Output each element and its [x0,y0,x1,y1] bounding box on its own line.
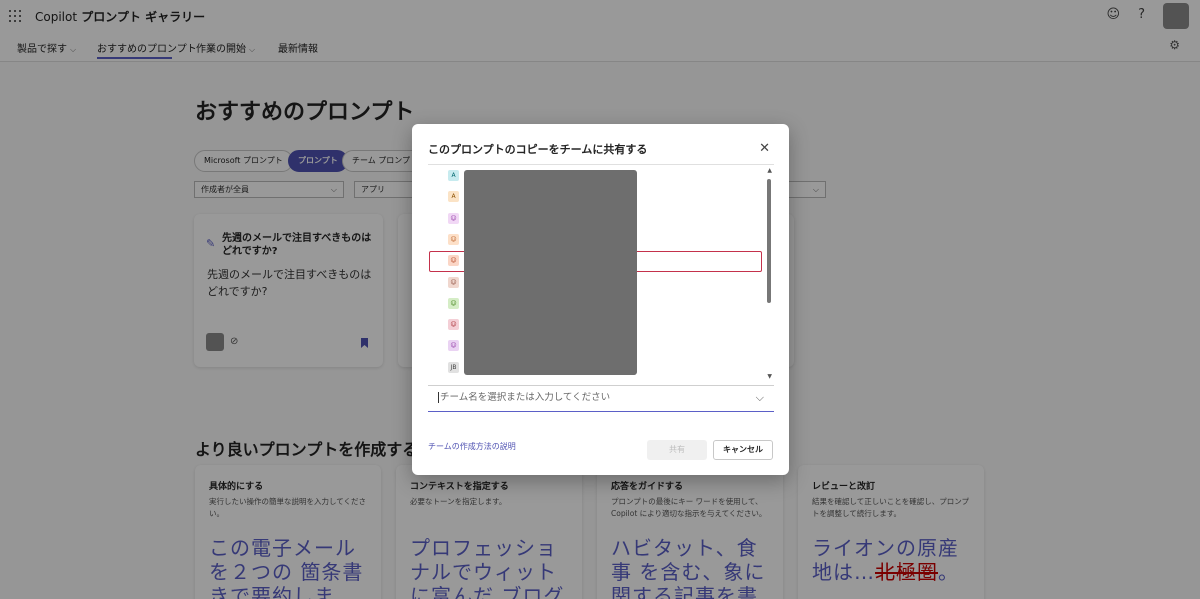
person-icon: ☺ [448,233,459,245]
person-icon: ☺ [448,276,459,288]
team-avatar-icon: JB [448,361,459,373]
person-icon: ☺ [448,297,459,309]
share-dialog: このプロンプトのコピーをチームに共有する ✕ ▲ ▼ AA ☺ ☺ ☺ ☺ ☺ ☺ ☺ JB ⌵… [412,124,789,475]
team-list[interactable]: ▲ ▼ A A ☺ ☺ ☺ ☺ ☺ ☺ ☺ JB [428,164,774,386]
cancel-button[interactable]: キャンセル [713,440,773,460]
scroll-up-icon[interactable]: ▲ [767,167,772,174]
scrollbar-thumb[interactable] [767,179,771,303]
team-avatar-icon: A [448,191,459,203]
team-creation-help-link[interactable]: チームの作成方法の説明 [428,441,516,452]
team-search-input[interactable] [438,392,738,403]
person-icon: ☺ [448,212,459,224]
scrollbar[interactable]: ▲ ▼ [764,165,774,385]
share-button[interactable]: 共有 [647,440,707,460]
person-icon: ☺ [448,319,459,331]
person-icon: ☺ [448,255,459,267]
close-icon[interactable]: ✕ [759,141,770,156]
dialog-title: このプロンプトのコピーをチームに共有する [428,143,648,156]
person-icon: ☺ [448,340,459,352]
scroll-down-icon[interactable]: ▼ [767,373,772,380]
redacted-team-names [464,170,637,375]
team-avatar-icon: A [448,170,459,181]
team-combobox[interactable]: ⌵ [428,388,774,412]
chevron-down-icon[interactable]: ⌵ [756,391,764,405]
